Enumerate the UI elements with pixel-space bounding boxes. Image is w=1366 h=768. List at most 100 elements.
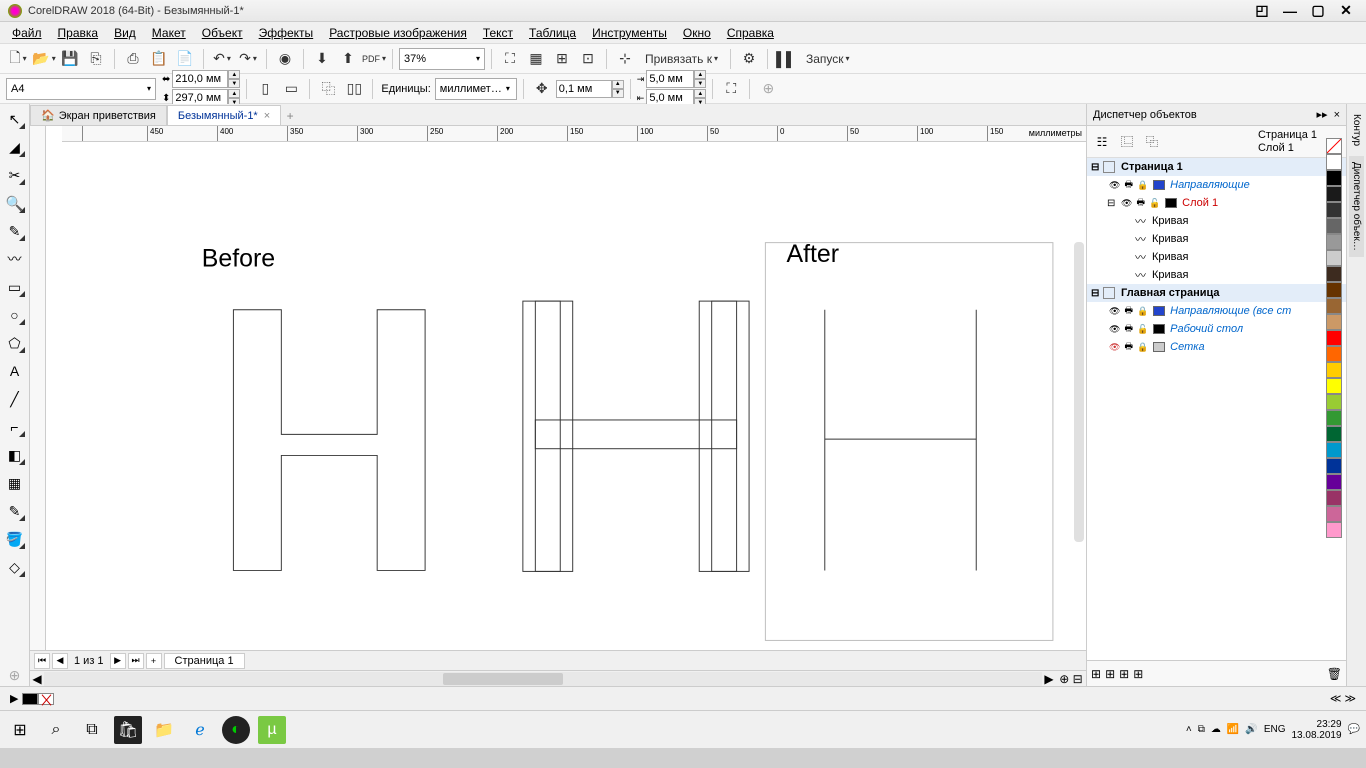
open-button[interactable]: 📂 — [32, 47, 56, 71]
pagesize-combo[interactable]: A4▾ — [6, 78, 156, 100]
maximize-button[interactable]: ▢ — [1306, 3, 1330, 19]
layer-opts-3[interactable]: ⿻ — [1141, 131, 1163, 153]
onedrive-icon[interactable]: ☁ — [1211, 724, 1221, 735]
fill-swatch[interactable] — [22, 693, 38, 705]
options-button[interactable]: ⚙ — [737, 47, 761, 71]
fullscreen-button[interactable]: ⛶ — [498, 47, 522, 71]
canvas[interactable]: Before After — [46, 142, 1086, 650]
new-layer-button[interactable]: ⊞ — [1091, 667, 1101, 681]
tree-all-guides[interactable]: 👁🖶🔒Направляющие (все ст — [1087, 302, 1346, 320]
tree-grid[interactable]: 👁🖶🔒Сетка — [1087, 338, 1346, 356]
menu-help[interactable]: Справка — [719, 24, 782, 42]
launch-dropdown[interactable]: Запуск — [800, 47, 856, 71]
color-swatch[interactable] — [1326, 378, 1342, 394]
color-swatch[interactable] — [1326, 282, 1342, 298]
search-content-button[interactable]: ◉ — [273, 47, 297, 71]
tab-document[interactable]: Безымянный-1*× — [167, 105, 281, 125]
panel-close-icon[interactable]: × — [1334, 109, 1340, 121]
menu-effects[interactable]: Эффекты — [251, 24, 322, 42]
edge-icon[interactable]: ℯ — [186, 716, 214, 744]
outline-tool[interactable]: ◇ — [4, 556, 26, 578]
tree-curve-1[interactable]: 〰Кривая — [1087, 212, 1346, 230]
save-button[interactable]: 💾 — [58, 47, 82, 71]
color-none[interactable] — [1326, 138, 1342, 154]
nav-arrows[interactable]: ≪ ≫ — [1330, 692, 1356, 705]
color-swatch[interactable] — [1326, 298, 1342, 314]
explorer-icon[interactable]: 📁 — [150, 716, 178, 744]
menu-edit[interactable]: Правка — [50, 24, 107, 42]
clipboard-button[interactable]: 📋 — [147, 47, 171, 71]
notif-icon[interactable]: ◰ — [1250, 3, 1274, 19]
object-tree[interactable]: ⊟Страница 1 👁🖶🔒Направляющие ⊟👁🖶🔓Слой 1 〰… — [1087, 158, 1346, 660]
tree-layer1[interactable]: ⊟👁🖶🔓Слой 1 — [1087, 194, 1346, 212]
color-swatch[interactable] — [1326, 330, 1342, 346]
tray-chevron-icon[interactable]: ˄ — [1186, 724, 1192, 735]
parallel-dim-tool[interactable]: ╱ — [4, 388, 26, 410]
current-page-button[interactable]: ▯▯ — [342, 77, 366, 101]
coreldraw-icon[interactable]: ◐ — [222, 716, 250, 744]
launch-icon[interactable]: ▌▌ — [774, 47, 798, 71]
wifi-icon[interactable]: 📶 — [1227, 724, 1239, 735]
all-pages-button[interactable]: ⿻ — [316, 77, 340, 101]
color-swatch[interactable] — [1326, 394, 1342, 410]
color-swatch[interactable] — [1326, 458, 1342, 474]
new-layer-odd-button[interactable]: ⊞ — [1133, 667, 1143, 681]
undo-button[interactable]: ↶ — [210, 47, 234, 71]
menu-table[interactable]: Таблица — [521, 24, 584, 42]
artistic-media-tool[interactable]: 〰 — [4, 248, 26, 270]
text-tool[interactable]: A — [4, 360, 26, 382]
next-page-button[interactable]: ▶ — [110, 653, 126, 669]
color-swatch[interactable] — [1326, 266, 1342, 282]
tree-curve-2[interactable]: 〰Кривая — [1087, 230, 1346, 248]
page-tab[interactable]: Страница 1 — [164, 653, 245, 669]
publish-pdf-button[interactable]: PDF — [362, 47, 386, 71]
ruler-horizontal[interactable]: миллиметры 45040035030025020015010050050… — [62, 126, 1086, 142]
quick-customize[interactable]: ⊕ — [4, 664, 26, 686]
zoom-combo[interactable]: 37%▾ — [399, 48, 485, 70]
ruler-vertical[interactable] — [30, 126, 46, 650]
menu-view[interactable]: Вид — [106, 24, 144, 42]
paste-button[interactable]: 📄 — [173, 47, 197, 71]
lang-indicator[interactable]: ENG — [1264, 724, 1286, 735]
delete-button[interactable]: 🗑 — [1327, 667, 1342, 681]
rulers-button[interactable]: ⊡ — [576, 47, 600, 71]
dock-tab-outline[interactable]: Контур — [1349, 108, 1364, 152]
action-center-icon[interactable]: 💬 — [1348, 724, 1360, 735]
guides-button[interactable]: ⊞ — [550, 47, 574, 71]
prev-page-button[interactable]: ◀ — [52, 653, 68, 669]
connector-tool[interactable]: ⌐ — [4, 416, 26, 438]
tree-page1[interactable]: ⊟Страница 1 — [1087, 158, 1346, 176]
dup-x-spin[interactable]: ⇥▲▼ — [637, 70, 707, 88]
print-button[interactable]: ⎙ — [121, 47, 145, 71]
landscape-button[interactable]: ▭ — [279, 77, 303, 101]
menu-file[interactable]: Файл — [4, 24, 50, 42]
color-swatch[interactable] — [1326, 250, 1342, 266]
fill-tool[interactable]: 🪣 — [4, 528, 26, 550]
tab-welcome[interactable]: 🏠Экран приветствия — [30, 105, 167, 125]
utorrent-icon[interactable]: µ — [258, 716, 286, 744]
ellipse-tool[interactable]: ○ — [4, 304, 26, 326]
tree-curve-3[interactable]: 〰Кривая — [1087, 248, 1346, 266]
grid-button[interactable]: ▦ — [524, 47, 548, 71]
pick-tool[interactable]: ↖ — [4, 108, 26, 130]
menu-layout[interactable]: Макет — [144, 24, 194, 42]
menu-bitmap[interactable]: Растровые изображения — [321, 24, 475, 42]
saveas-button[interactable]: ⎘ — [84, 47, 108, 71]
tree-desktop[interactable]: 👁🖶🔓Рабочий стол — [1087, 320, 1346, 338]
color-swatch[interactable] — [1326, 410, 1342, 426]
minimize-button[interactable]: — — [1278, 3, 1302, 19]
nudge-spin[interactable]: ▲▼ — [556, 80, 624, 98]
snap-dropdown[interactable]: Привязать к — [639, 47, 724, 71]
transparency-tool[interactable]: ▦ — [4, 472, 26, 494]
close-button[interactable]: ✕ — [1334, 3, 1358, 19]
color-swatch[interactable] — [1326, 522, 1342, 538]
color-swatch[interactable] — [1326, 362, 1342, 378]
new-master-layer-button[interactable]: ⊞ — [1105, 667, 1115, 681]
system-tray[interactable]: ˄ ⧉ ☁ 📶 🔊 ENG 23:29 13.08.2019 💬 — [1186, 719, 1360, 741]
tree-guides[interactable]: 👁🖶🔒Направляющие — [1087, 176, 1346, 194]
color-swatch[interactable] — [1326, 346, 1342, 362]
eyedropper-tool[interactable]: ✎ — [4, 500, 26, 522]
scrollbar-vertical[interactable] — [1074, 242, 1084, 542]
task-view-icon[interactable]: ⧉ — [78, 716, 106, 744]
add-button[interactable]: ⊕ — [756, 77, 780, 101]
